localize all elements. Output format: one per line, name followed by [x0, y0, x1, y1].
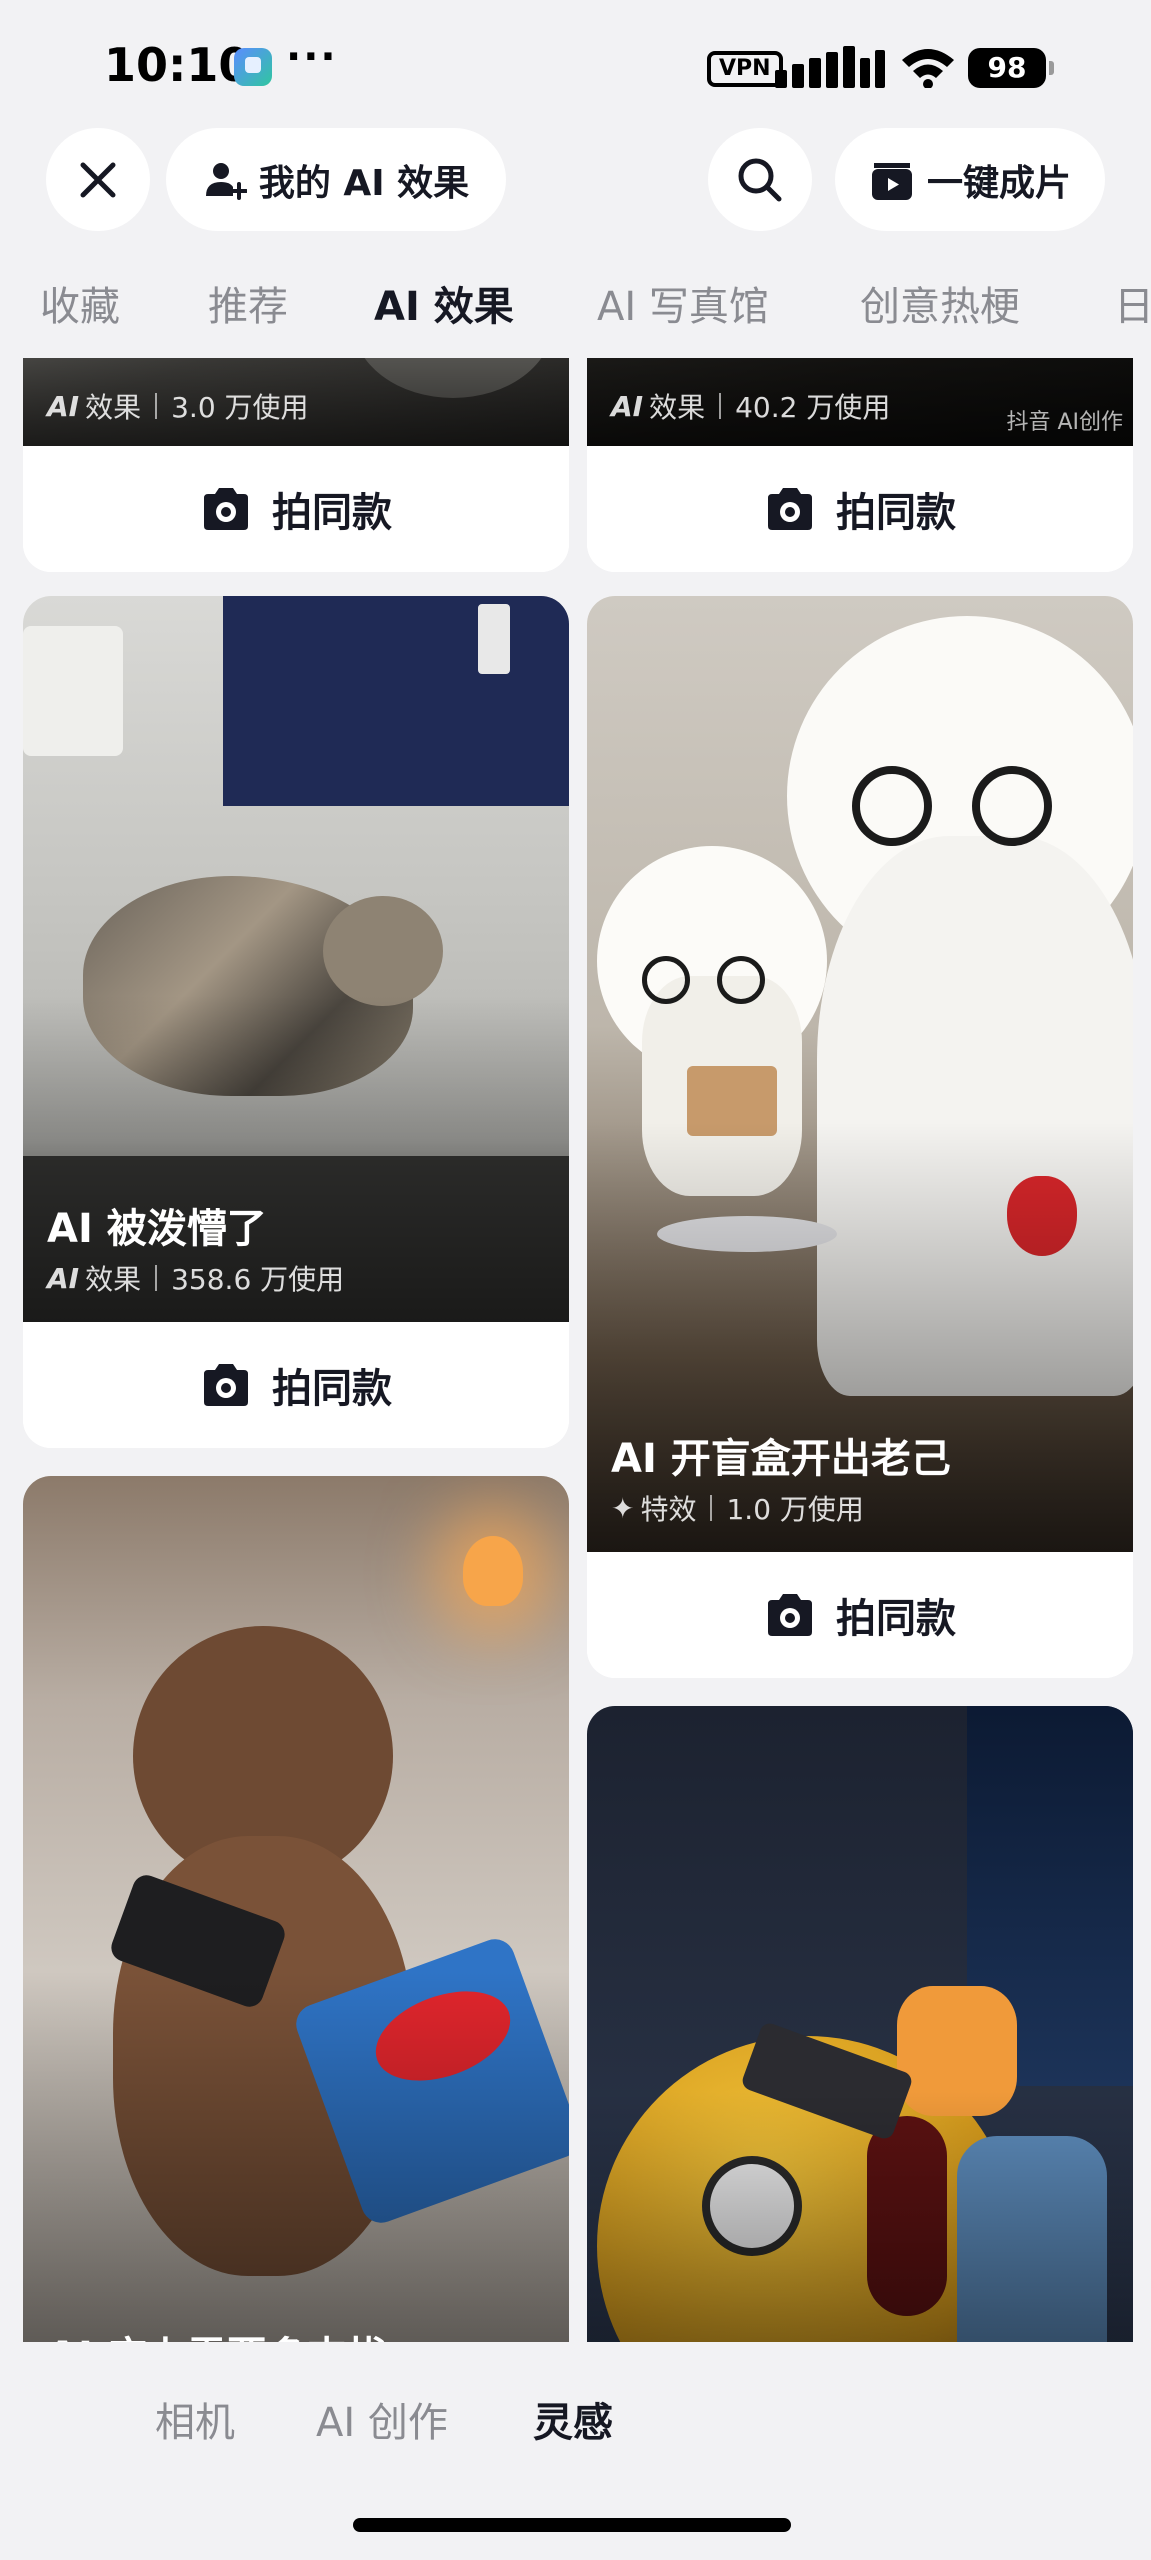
effect-meta: AI 效果 40.2 万使用	[611, 386, 890, 426]
meta-divider	[710, 1495, 713, 1521]
vpn-badge: VPN	[707, 51, 783, 87]
wifi-icon	[902, 49, 954, 88]
close-icon	[80, 162, 116, 197]
ai-tag: AI	[611, 389, 644, 423]
meta-divider	[155, 1265, 158, 1291]
nav-camera[interactable]: 相机	[155, 2390, 235, 2448]
shoot-same-button[interactable]: 拍同款	[587, 1552, 1133, 1678]
cellular-signal-icon	[775, 46, 885, 88]
shoot-same-label: 拍同款	[272, 1366, 392, 1412]
one-click-video-label: 一键成片	[926, 162, 1071, 204]
home-indicator[interactable]	[353, 2518, 791, 2532]
effect-title: AI 床上需要多支拔	[47, 2324, 387, 2342]
usage-count: 40.2 万使用	[735, 391, 891, 424]
effect-thumbnail	[23, 1476, 569, 2342]
battery-indicator: 98	[968, 48, 1054, 88]
effect-title: AI 被泼懵了	[47, 1206, 267, 1252]
effect-thumbnail	[587, 1706, 1133, 2342]
douyin-watermark: 抖音 AI创作	[1006, 410, 1123, 435]
camera-icon	[204, 1364, 248, 1406]
camera-icon	[204, 488, 248, 530]
ai-tag: AI	[47, 389, 80, 423]
effect-type: 特效	[640, 1493, 697, 1526]
shoot-same-label: 拍同款	[836, 1596, 956, 1642]
effect-card[interactable]: AI 效果 40.2 万使用 抖音 AI创作 拍同款	[587, 358, 1133, 572]
tab-ai-effects[interactable]: AI 效果	[374, 274, 514, 332]
nav-inspiration[interactable]: 灵感	[533, 2390, 613, 2448]
effect-meta: ✦ 特效 1.0 万使用	[611, 1488, 864, 1528]
status-bar: 10:10 ··· VPN 98	[0, 0, 1151, 130]
sparkle-icon: ✦	[611, 1491, 635, 1525]
tab-ai-portrait-studio[interactable]: AI 写真馆	[597, 274, 769, 332]
nav-ai-create[interactable]: AI 创作	[316, 2390, 448, 2448]
usage-count: 1.0 万使用	[726, 1493, 864, 1526]
effect-card[interactable]: AI 开盲盒开出老己 ✦ 特效 1.0 万使用 拍同款	[587, 596, 1133, 1678]
my-ai-effects-label: 我的 AI 效果	[258, 162, 470, 204]
effect-card[interactable]: AI 被泼懵了 AI 效果 358.6 万使用 拍同款	[23, 596, 569, 1448]
shoot-same-label: 拍同款	[272, 490, 392, 536]
shoot-same-label: 拍同款	[836, 490, 956, 536]
tab-favorites[interactable]: 收藏	[40, 274, 120, 332]
effect-meta: AI 效果 358.6 万使用	[47, 1258, 344, 1298]
camera-icon	[768, 488, 812, 530]
category-tabs: 收藏 推荐 AI 效果 AI 写真馆 创意热梗 日	[0, 268, 1151, 338]
shoot-same-button[interactable]: 拍同款	[23, 1322, 569, 1448]
effect-meta: AI 效果 3.0 万使用	[47, 386, 309, 426]
effect-card[interactable]: AI 效果 3.0 万使用 拍同款	[23, 358, 569, 572]
search-button[interactable]	[708, 128, 812, 231]
clapperboard-icon	[871, 162, 912, 200]
shoot-same-button[interactable]: 拍同款	[587, 446, 1133, 572]
effect-type: 效果	[649, 391, 706, 424]
usage-count: 358.6 万使用	[171, 1263, 345, 1296]
effect-type: 效果	[85, 391, 142, 424]
app-notification-icon	[234, 48, 272, 86]
one-click-video-button[interactable]: 一键成片	[835, 128, 1105, 231]
tab-daily[interactable]: 日	[1114, 274, 1151, 332]
tab-creative-memes[interactable]: 创意热梗	[860, 274, 1020, 332]
effect-card[interactable]	[587, 1706, 1133, 2342]
status-time: 10:10	[104, 38, 251, 92]
effect-type: 效果	[85, 1263, 142, 1296]
search-icon	[738, 158, 782, 201]
tab-recommended[interactable]: 推荐	[208, 274, 288, 332]
user-add-icon	[205, 162, 247, 200]
meta-divider	[719, 393, 722, 419]
effect-card[interactable]: AI 床上需要多支拔	[23, 1476, 569, 2342]
effect-thumbnail	[587, 596, 1133, 1552]
my-ai-effects-button[interactable]: 我的 AI 效果	[166, 128, 506, 231]
usage-count: 3.0 万使用	[171, 391, 309, 424]
effects-feed[interactable]: AI 效果 3.0 万使用 拍同款 AI 效果 40.2 万使用 抖音 AI创作	[0, 358, 1151, 2342]
camera-icon	[768, 1594, 812, 1636]
effect-title: AI 开盲盒开出老己	[611, 1436, 951, 1482]
shoot-same-button[interactable]: 拍同款	[23, 446, 569, 572]
close-button[interactable]	[46, 128, 150, 231]
ai-tag: AI	[47, 1261, 80, 1295]
more-notifications-icon: ···	[286, 34, 338, 80]
meta-divider	[155, 393, 158, 419]
